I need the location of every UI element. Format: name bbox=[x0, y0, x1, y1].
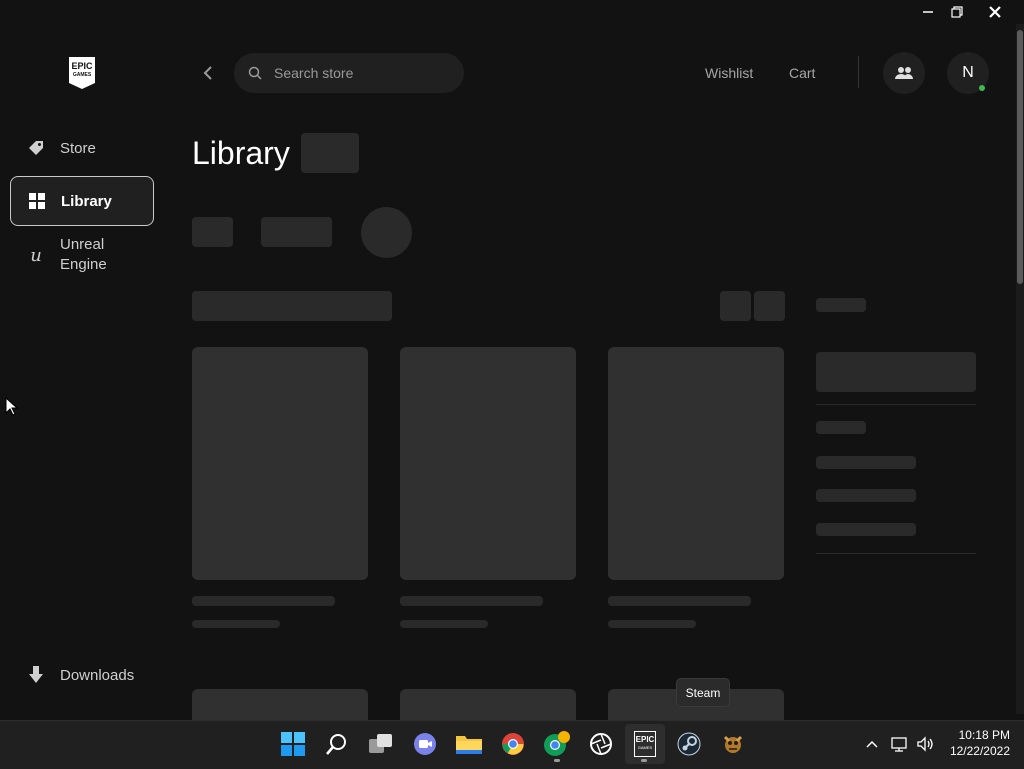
skeleton-game-card bbox=[608, 347, 784, 580]
skeleton-card-subtitle bbox=[608, 620, 696, 628]
restore-button[interactable] bbox=[942, 0, 972, 24]
mouse-cursor-icon bbox=[5, 397, 19, 416]
logo-text-epic: EPIC bbox=[71, 61, 93, 71]
start-button[interactable] bbox=[279, 730, 307, 758]
skeleton-card-title bbox=[400, 596, 543, 606]
skeleton-card-title bbox=[192, 596, 335, 606]
divider bbox=[816, 553, 976, 554]
search-icon bbox=[326, 734, 346, 755]
skeleton-game-card bbox=[192, 689, 368, 720]
download-icon bbox=[26, 665, 46, 685]
skeleton-filter-group-label bbox=[816, 421, 866, 434]
windows-icon bbox=[281, 732, 305, 756]
skeleton-filter-heading bbox=[816, 298, 866, 312]
skeleton-card-subtitle bbox=[192, 620, 280, 628]
tag-icon bbox=[26, 138, 46, 158]
skeleton-sort-bar bbox=[192, 291, 392, 321]
skeleton-filter-1 bbox=[192, 217, 233, 247]
skeleton-filter-option bbox=[816, 489, 916, 502]
search-placeholder: Search store bbox=[274, 65, 354, 81]
network-icon bbox=[891, 737, 907, 752]
epic-taskbar-text-games: GAMES bbox=[637, 745, 653, 750]
teams-chat-button[interactable] bbox=[411, 730, 439, 758]
clock-date: 12/22/2022 bbox=[949, 744, 1010, 758]
minimize-button[interactable] bbox=[913, 0, 943, 24]
chrome-profile-button[interactable] bbox=[543, 730, 571, 758]
wishlist-link[interactable]: Wishlist bbox=[705, 65, 753, 81]
skeleton-view-toggle-2 bbox=[754, 291, 785, 321]
network-button[interactable] bbox=[891, 735, 909, 753]
search-input[interactable]: Search store bbox=[234, 53, 464, 93]
close-icon bbox=[989, 6, 1001, 18]
sidebar-item-library[interactable]: Library bbox=[10, 176, 154, 226]
running-indicator bbox=[641, 759, 647, 762]
skeleton-filter-option bbox=[816, 523, 916, 536]
sidebar-item-label: Store bbox=[60, 139, 96, 157]
back-button[interactable] bbox=[198, 63, 218, 83]
header-divider bbox=[858, 56, 859, 88]
skeleton-card-title bbox=[608, 596, 751, 606]
skeleton-card-subtitle bbox=[400, 620, 488, 628]
app-button[interactable] bbox=[587, 730, 615, 758]
friends-icon bbox=[895, 67, 913, 79]
sidebar-item-store[interactable]: Store bbox=[10, 132, 154, 164]
scrollbar-thumb[interactable] bbox=[1017, 30, 1023, 284]
sidebar-item-label: Library bbox=[61, 192, 112, 210]
cart-link[interactable]: Cart bbox=[789, 65, 815, 81]
volume-button[interactable] bbox=[916, 735, 934, 753]
skeleton-game-card bbox=[400, 689, 576, 720]
clock-time: 10:18 PM bbox=[958, 728, 1010, 742]
friends-button[interactable] bbox=[883, 52, 925, 94]
steam-icon bbox=[677, 732, 701, 756]
chevron-up-icon bbox=[866, 740, 878, 748]
epic-taskbar-text-epic: EPIC bbox=[635, 735, 655, 744]
skeleton-filter-option bbox=[816, 456, 916, 469]
tray-overflow-button[interactable] bbox=[864, 736, 880, 752]
sidebar-item-label-line1: Unreal bbox=[60, 236, 105, 253]
skeleton-view-toggle-1 bbox=[720, 291, 751, 321]
divider bbox=[816, 404, 976, 405]
online-status-indicator bbox=[979, 85, 985, 91]
skeleton-filter-circle bbox=[361, 207, 412, 258]
sidebar-item-label: Downloads bbox=[60, 666, 135, 684]
close-button[interactable] bbox=[980, 0, 1010, 24]
grid-icon bbox=[27, 191, 47, 211]
game-taskbar-button[interactable] bbox=[719, 730, 747, 758]
skeleton-filter-search bbox=[816, 352, 976, 392]
clock[interactable]: 10:18 PM 12/22/2022 bbox=[940, 727, 1010, 763]
sidebar-item-unreal-engine[interactable]: u Unreal Engine bbox=[10, 234, 154, 276]
file-explorer-button[interactable] bbox=[455, 730, 483, 758]
skeleton-title-badge bbox=[301, 133, 359, 173]
logo-text-games: GAMES bbox=[72, 72, 92, 78]
skeleton-game-card bbox=[192, 347, 368, 580]
avatar-initial: N bbox=[962, 64, 974, 81]
sidebar-item-label-line2: Engine bbox=[60, 256, 107, 273]
running-indicator bbox=[554, 759, 560, 762]
folder-icon bbox=[456, 736, 482, 754]
chrome-button[interactable] bbox=[499, 730, 527, 758]
restore-icon bbox=[951, 6, 963, 18]
epic-games-logo[interactable]: EPIC GAMES bbox=[67, 56, 97, 90]
speaker-icon bbox=[917, 736, 933, 752]
unreal-icon: u bbox=[30, 244, 42, 266]
chrome-profile-icon bbox=[544, 731, 570, 756]
aperture-icon bbox=[590, 733, 612, 755]
chevron-left-icon bbox=[203, 66, 212, 80]
steam-taskbar-button[interactable] bbox=[675, 730, 703, 758]
chat-icon bbox=[414, 733, 436, 755]
chrome-icon bbox=[502, 733, 524, 755]
task-view-button[interactable] bbox=[367, 730, 395, 758]
taskbar-tooltip: Steam bbox=[676, 678, 730, 707]
minimize-icon bbox=[923, 11, 933, 13]
epic-games-taskbar-button[interactable]: EPIC GAMES bbox=[631, 730, 659, 758]
search-icon bbox=[248, 66, 262, 80]
page-title: Library bbox=[192, 135, 290, 171]
task-view-icon bbox=[369, 734, 392, 753]
skeleton-game-card bbox=[400, 347, 576, 580]
taskbar-search-button[interactable] bbox=[323, 730, 351, 758]
sidebar-item-downloads[interactable]: Downloads bbox=[10, 660, 154, 690]
skeleton-filter-2 bbox=[261, 217, 332, 247]
game-character-icon bbox=[723, 735, 743, 753]
